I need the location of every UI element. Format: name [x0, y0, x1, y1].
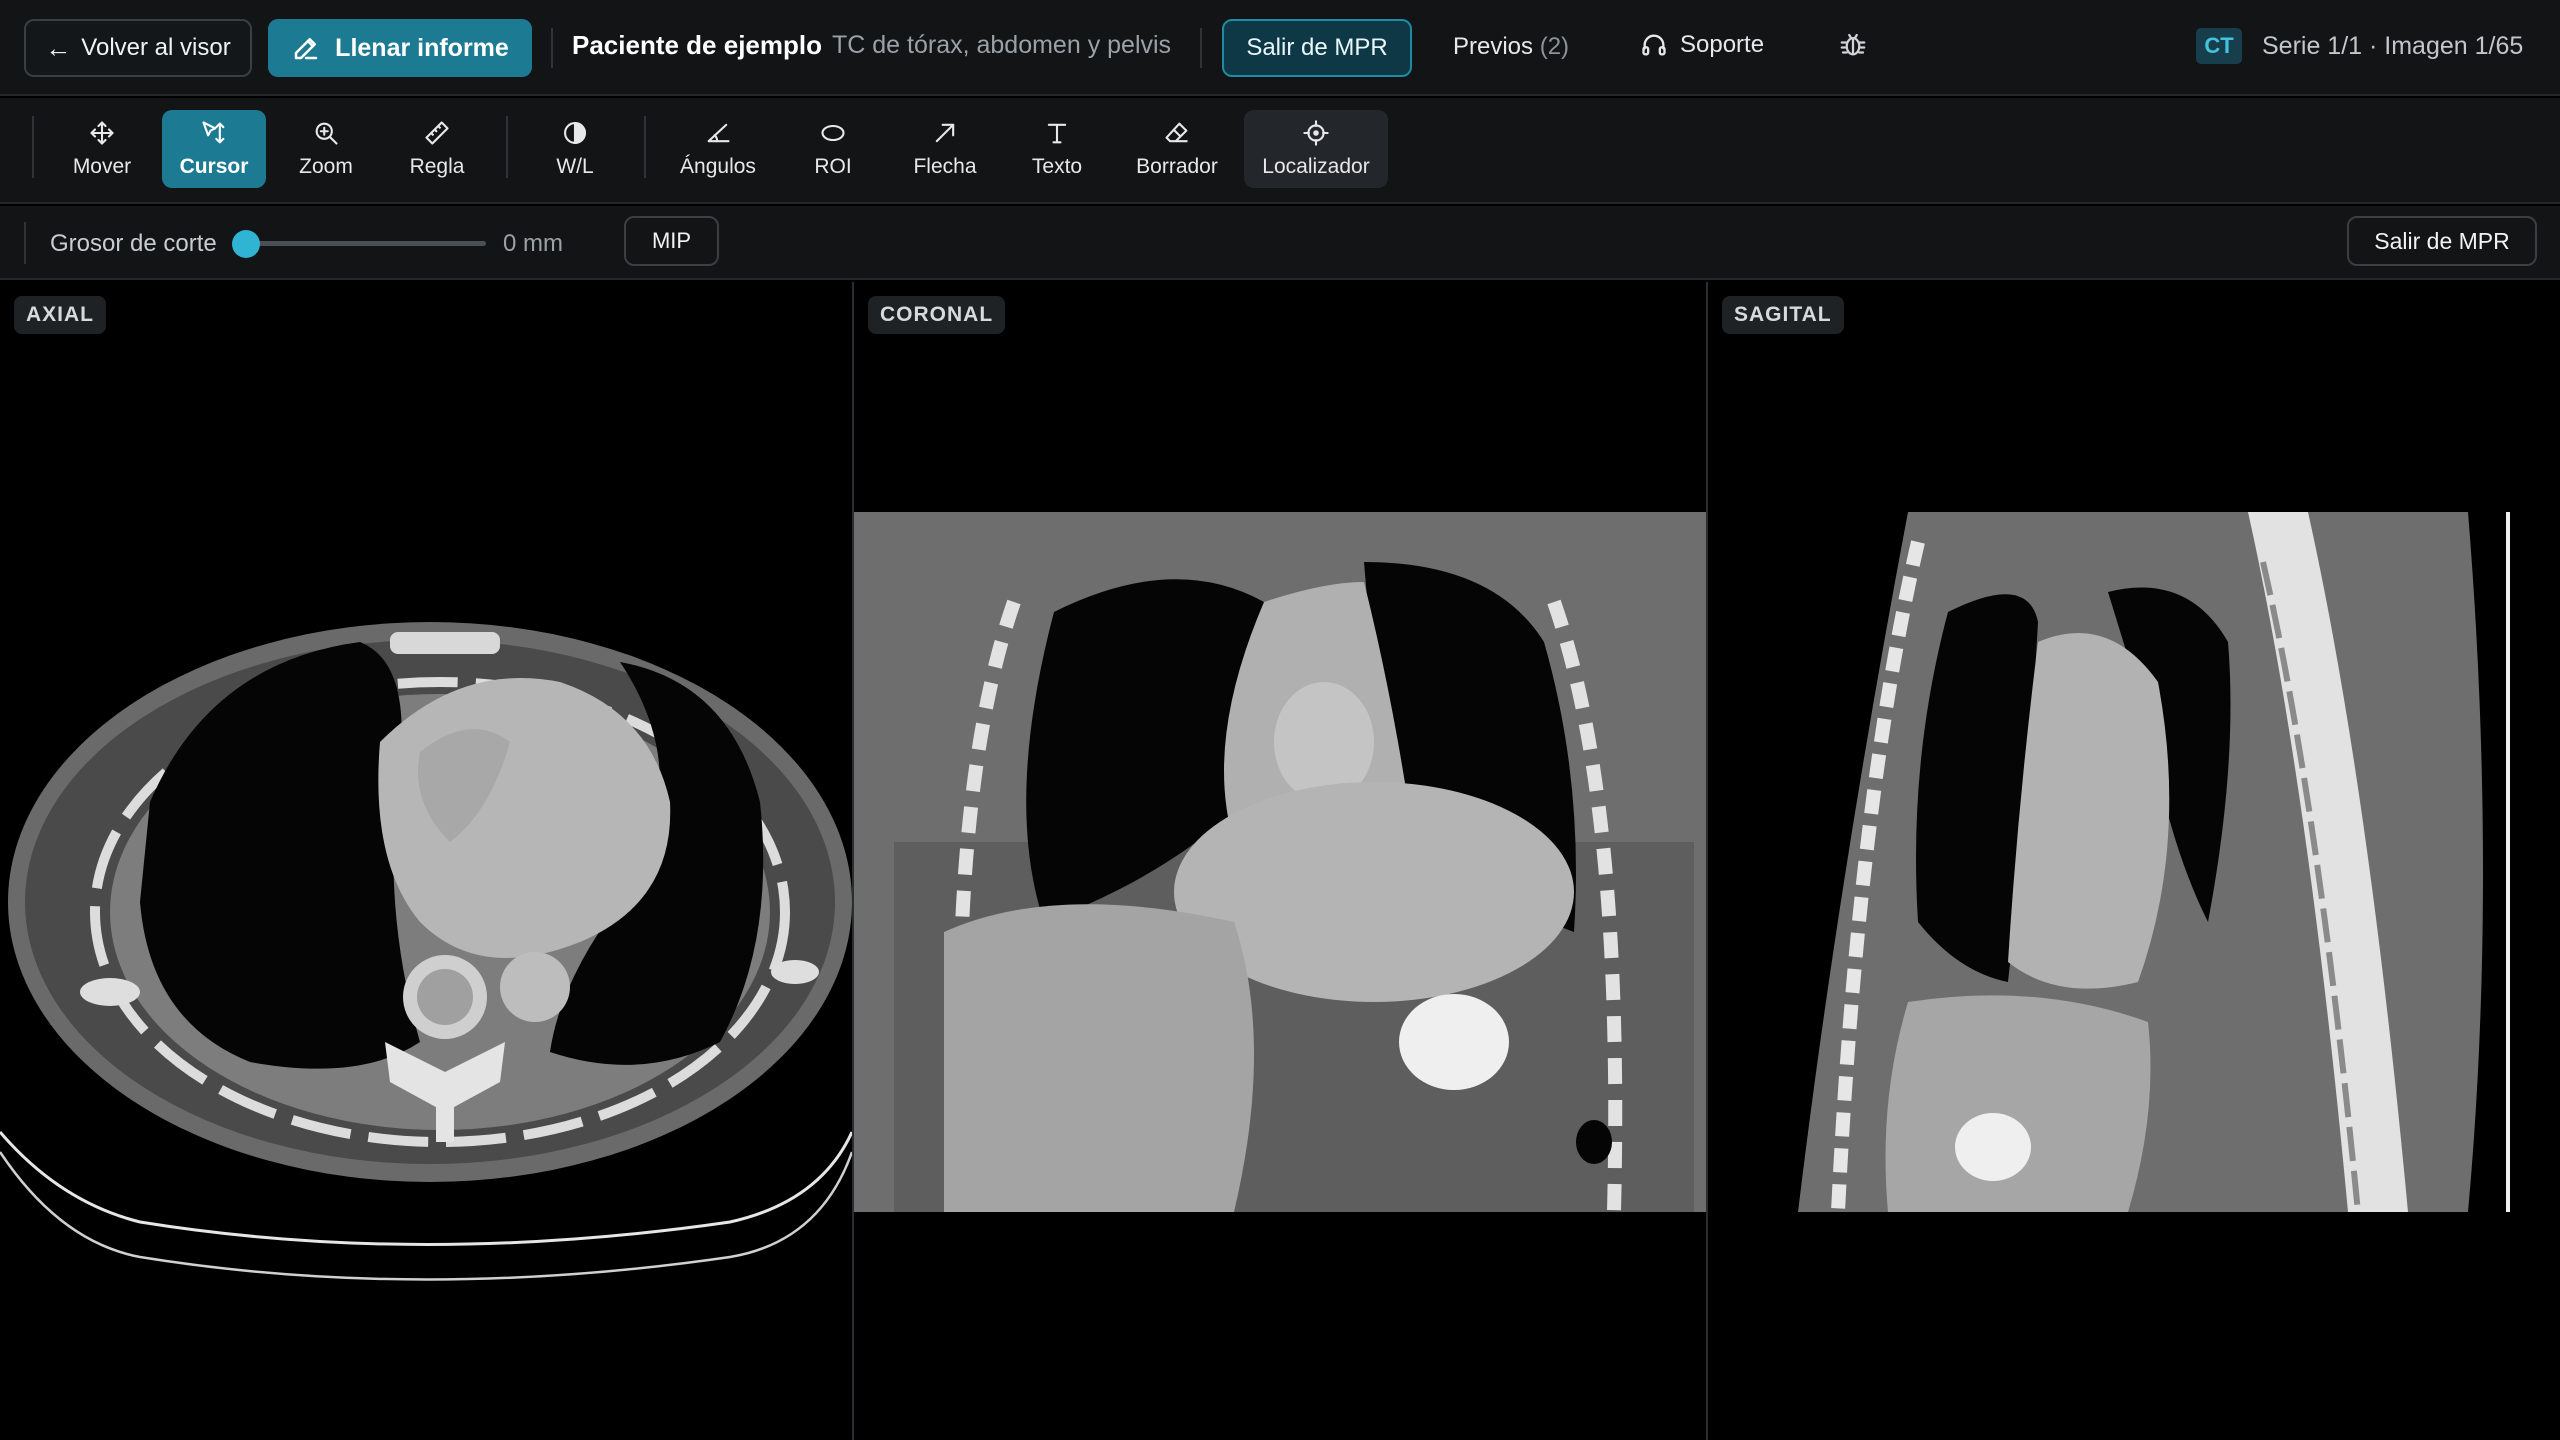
header-divider: [551, 28, 553, 68]
exit-mpr-secondary-label: Salir de MPR: [2374, 227, 2510, 254]
study-description: TC de tórax, abdomen y pelvis: [832, 31, 1172, 59]
tool-arrow-label: Flecha: [913, 155, 977, 178]
contrast-filled-bowel: [1399, 994, 1509, 1090]
move-icon: [90, 121, 114, 145]
arrow-icon: [935, 123, 955, 143]
fill-report-button[interactable]: Llenar informe: [268, 19, 532, 77]
spinous-process: [436, 1102, 454, 1142]
tools-toolbar: Mover Cursor Zoom Regla W/L Ángulos ROI …: [0, 98, 2560, 204]
patient-name: Paciente de ejemplo: [572, 30, 822, 60]
fill-report-label: Llenar informe: [335, 33, 509, 62]
back-to-viewer-button[interactable]: ← Volver al visor: [24, 19, 252, 77]
angle-icon: [707, 123, 730, 143]
text-icon: [1047, 123, 1067, 144]
tool-move-button[interactable]: Mover: [52, 110, 152, 188]
crosshair-icon: [1303, 120, 1329, 146]
tool-window-level-button[interactable]: W/L: [525, 110, 625, 188]
bug-icon: [1840, 33, 1866, 56]
eraser-icon: [1165, 122, 1188, 143]
support-label: Soporte: [1680, 31, 1765, 58]
scapula-left: [771, 960, 819, 984]
liver: [1885, 995, 2151, 1212]
contrast-filled-bowel: [1955, 1113, 2031, 1181]
liver: [944, 904, 1254, 1212]
localizer-line[interactable]: [2506, 512, 2510, 1212]
exit-mpr-secondary-button[interactable]: Salir de MPR: [2347, 216, 2537, 266]
exit-mpr-label: Salir de MPR: [1246, 34, 1388, 61]
scapula-right: [80, 978, 140, 1006]
bug-report-button[interactable]: [1838, 30, 1868, 65]
descending-aorta: [500, 952, 570, 1022]
tool-cursor-button[interactable]: Cursor: [162, 110, 266, 188]
cursor-icon: [202, 121, 225, 144]
contrast-icon: [564, 122, 586, 144]
tool-zoom-label: Zoom: [299, 155, 353, 178]
zoom-icon: [315, 122, 338, 145]
slice-thickness-label: Grosor de corte: [50, 230, 217, 257]
slice-thickness-slider-handle[interactable]: [232, 230, 260, 258]
support-button[interactable]: Soporte: [1640, 31, 1764, 59]
coronal-ct-image: [854, 512, 1706, 1213]
pencil-icon: [294, 38, 318, 60]
axial-ct-image: [0, 622, 852, 1281]
top-bar: ← Volver al visor Llenar informe Pacient…: [0, 0, 2560, 96]
tool-eraser-button[interactable]: Borrador: [1122, 110, 1232, 188]
axial-viewport[interactable]: AXIAL: [0, 282, 852, 1440]
tool-text-button[interactable]: Texto: [1007, 110, 1107, 188]
tool-text-label: Texto: [1031, 155, 1083, 178]
tool-localizer-label: Localizador: [1262, 155, 1370, 178]
slice-thickness-bar: Grosor de corte 0 mm MIP Salir de MPR: [0, 206, 2560, 280]
tool-localizer-button[interactable]: Localizador: [1244, 110, 1388, 188]
arrow-left-icon: ←: [45, 32, 72, 63]
exit-mpr-button[interactable]: Salir de MPR: [1222, 19, 1412, 77]
tool-eraser-label: Borrador: [1136, 155, 1218, 178]
coronal-view-label: CORONAL: [868, 296, 1006, 334]
bowel-gas: [1576, 1120, 1612, 1164]
headset-icon: [1642, 34, 1666, 56]
toolbar-divider: [32, 116, 34, 178]
toolbar-divider: [644, 116, 646, 178]
tool-roi-label: ROI: [814, 155, 852, 178]
previous-studies-label: Previos: [1453, 33, 1534, 60]
ruler-icon: [425, 121, 449, 145]
vertebral-marrow: [417, 969, 473, 1025]
sternum: [390, 632, 500, 654]
tool-ruler-button[interactable]: Regla: [387, 110, 487, 188]
sagittal-viewport[interactable]: SAGITAL: [1708, 282, 2560, 1440]
tool-zoom-button[interactable]: Zoom: [276, 110, 376, 188]
tool-roi-button[interactable]: ROI: [783, 110, 883, 188]
tool-move-label: Mover: [72, 155, 132, 178]
slicebar-divider: [24, 222, 26, 264]
tool-ruler-label: Regla: [409, 155, 465, 178]
slice-thickness-slider-track[interactable]: [246, 241, 486, 246]
tool-angles-label: Ángulos: [680, 155, 756, 178]
coronal-viewport[interactable]: CORONAL: [854, 282, 1706, 1440]
ellipse-icon: [821, 124, 845, 142]
slice-thickness-value: 0 mm: [503, 230, 563, 257]
modality-badge: CT: [2196, 28, 2242, 64]
previous-studies-button[interactable]: Previos (2): [1453, 33, 1569, 61]
mip-label: MIP: [651, 228, 692, 253]
sagittal-ct-image: [1798, 512, 2510, 1213]
tool-angles-button[interactable]: Ángulos: [663, 110, 773, 188]
mip-button[interactable]: MIP: [624, 216, 719, 266]
header-divider: [1200, 28, 1202, 68]
sagittal-view-label: SAGITAL: [1722, 296, 1844, 334]
axial-view-label: AXIAL: [14, 296, 106, 334]
tool-window-level-label: W/L: [556, 155, 594, 178]
tool-arrow-button[interactable]: Flecha: [895, 110, 995, 188]
toolbar-divider: [506, 116, 508, 178]
series-image-counter: Serie 1/1 · Imagen 1/65: [2262, 32, 2524, 60]
tool-cursor-label: Cursor: [179, 155, 249, 178]
back-to-viewer-label: Volver al visor: [81, 34, 231, 61]
previous-studies-count: (2): [1539, 33, 1570, 60]
